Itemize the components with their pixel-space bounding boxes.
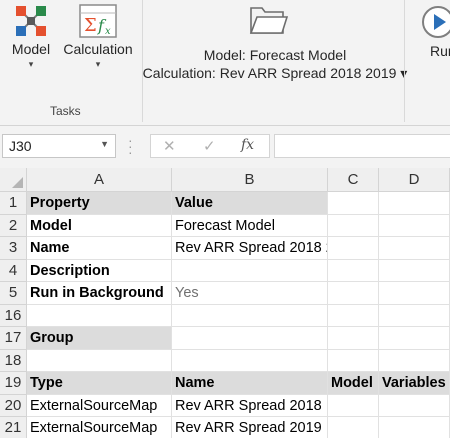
cell-b5[interactable]: Yes: [172, 282, 328, 305]
row-header[interactable]: 4: [0, 259, 27, 282]
cell-d3[interactable]: [379, 237, 450, 260]
column-header-d[interactable]: D: [379, 168, 450, 192]
cell-c4[interactable]: [328, 259, 379, 282]
cell-b3[interactable]: Rev ARR Spread 2018 2019: [172, 237, 328, 260]
name-box[interactable]: J30 ▼: [2, 134, 116, 158]
formula-buttons: ✕ ✓ fx: [150, 134, 270, 158]
cell-c20[interactable]: [328, 394, 379, 417]
insert-function-icon[interactable]: fx: [241, 137, 254, 153]
run-button[interactable]: Run: [418, 4, 450, 59]
run-label: Run: [430, 43, 450, 59]
cell-d16[interactable]: [379, 304, 450, 327]
row-header[interactable]: 20: [0, 394, 27, 417]
cell-b4[interactable]: [172, 259, 328, 282]
cell-d4[interactable]: [379, 259, 450, 282]
cell-b16[interactable]: [172, 304, 328, 327]
folder-icon: [249, 7, 289, 34]
cell-d1[interactable]: [379, 192, 450, 215]
row-header[interactable]: 16: [0, 304, 27, 327]
ribbon: Model ▾ Σ f x Calculation ▾ Tasks Model:…: [0, 0, 450, 126]
cell-c19[interactable]: Model: [328, 372, 379, 395]
cell-c5[interactable]: [328, 282, 379, 305]
calculation-dropdown-icon: ▾: [95, 59, 101, 69]
cell-c2[interactable]: [328, 214, 379, 237]
cell-c1[interactable]: [328, 192, 379, 215]
row-header[interactable]: 21: [0, 417, 27, 438]
cell-c17[interactable]: [328, 327, 379, 350]
model-dropdown-icon: ▾: [28, 59, 34, 69]
cell-b2[interactable]: Forecast Model: [172, 214, 328, 237]
cell-a21[interactable]: ExternalSourceMap: [27, 417, 172, 438]
name-box-dropdown-icon[interactable]: ▼: [100, 139, 109, 149]
model-icon: [16, 6, 46, 36]
ribbon-divider: [404, 0, 405, 122]
cell-b21[interactable]: Rev ARR Spread 2019: [172, 417, 328, 438]
cell-d2[interactable]: [379, 214, 450, 237]
cell-c3[interactable]: [328, 237, 379, 260]
cell-c18[interactable]: [328, 349, 379, 372]
cell-a1[interactable]: Property: [27, 192, 172, 215]
row-header[interactable]: 1: [0, 192, 27, 215]
row-header[interactable]: 2: [0, 214, 27, 237]
cancel-icon[interactable]: ✕: [163, 137, 176, 155]
drag-handle-icon[interactable]: · · ·: [128, 133, 133, 159]
select-all-corner[interactable]: [0, 168, 27, 192]
column-header-c[interactable]: C: [328, 168, 379, 192]
calculation-button[interactable]: Σ f x Calculation ▾: [62, 4, 134, 70]
cell-d21[interactable]: [379, 417, 450, 438]
cell-c16[interactable]: [328, 304, 379, 327]
model-button[interactable]: Model ▾: [6, 4, 56, 70]
cell-a3[interactable]: Name: [27, 237, 172, 260]
formula-input[interactable]: [274, 134, 450, 158]
cell-b19[interactable]: Name: [172, 372, 328, 395]
name-box-value: J30: [9, 138, 32, 154]
context-info[interactable]: Model: Forecast Model Calculation: Rev A…: [140, 46, 410, 82]
cell-d5[interactable]: [379, 282, 450, 305]
svg-text:Σ: Σ: [84, 15, 97, 36]
cell-a20[interactable]: ExternalSourceMap: [27, 394, 172, 417]
open-calculation-button[interactable]: [248, 2, 289, 43]
context-model: Model: Forecast Model: [203, 47, 347, 63]
formula-bar: J30 ▼ · · · ✕ ✓ fx: [0, 126, 450, 168]
row-header[interactable]: 18: [0, 349, 27, 372]
cell-d20[interactable]: [379, 394, 450, 417]
cell-b20[interactable]: Rev ARR Spread 2018: [172, 394, 328, 417]
calculation-icon: Σ f x: [79, 4, 117, 38]
cell-a16[interactable]: [27, 304, 172, 327]
row-header[interactable]: 17: [0, 327, 27, 350]
cell-a4[interactable]: Description: [27, 259, 172, 282]
svg-text:x: x: [105, 26, 111, 37]
calculation-label: Calculation: [63, 41, 133, 57]
context-calculation: Calculation: Rev ARR Spread 2018 2019 ▾: [142, 65, 408, 81]
row-header[interactable]: 3: [0, 237, 27, 260]
column-header-b[interactable]: B: [172, 168, 328, 192]
cell-a17[interactable]: Group: [27, 327, 172, 350]
cell-a2[interactable]: Model: [27, 214, 172, 237]
cell-d18[interactable]: [379, 349, 450, 372]
cell-c21[interactable]: [328, 417, 379, 438]
cell-d19[interactable]: Variables: [379, 372, 450, 395]
run-icon: [422, 6, 450, 38]
row-header[interactable]: 5: [0, 282, 27, 305]
cell-a5[interactable]: Run in Background: [27, 282, 172, 305]
enter-icon[interactable]: ✓: [203, 137, 216, 155]
column-header-a[interactable]: A: [27, 168, 172, 192]
row-header[interactable]: 19: [0, 372, 27, 395]
cell-d17[interactable]: [379, 327, 450, 350]
tasks-group-label: Tasks: [50, 104, 81, 118]
cell-b1[interactable]: Value: [172, 192, 328, 215]
cell-b18[interactable]: [172, 349, 328, 372]
model-label: Model: [11, 41, 51, 57]
worksheet-grid: A B C D 1 Property Value 2 Model Forecast Mod…: [0, 168, 450, 438]
cell-a19[interactable]: Type: [27, 372, 172, 395]
cell-b17[interactable]: [172, 327, 328, 350]
cell-a18[interactable]: [27, 349, 172, 372]
